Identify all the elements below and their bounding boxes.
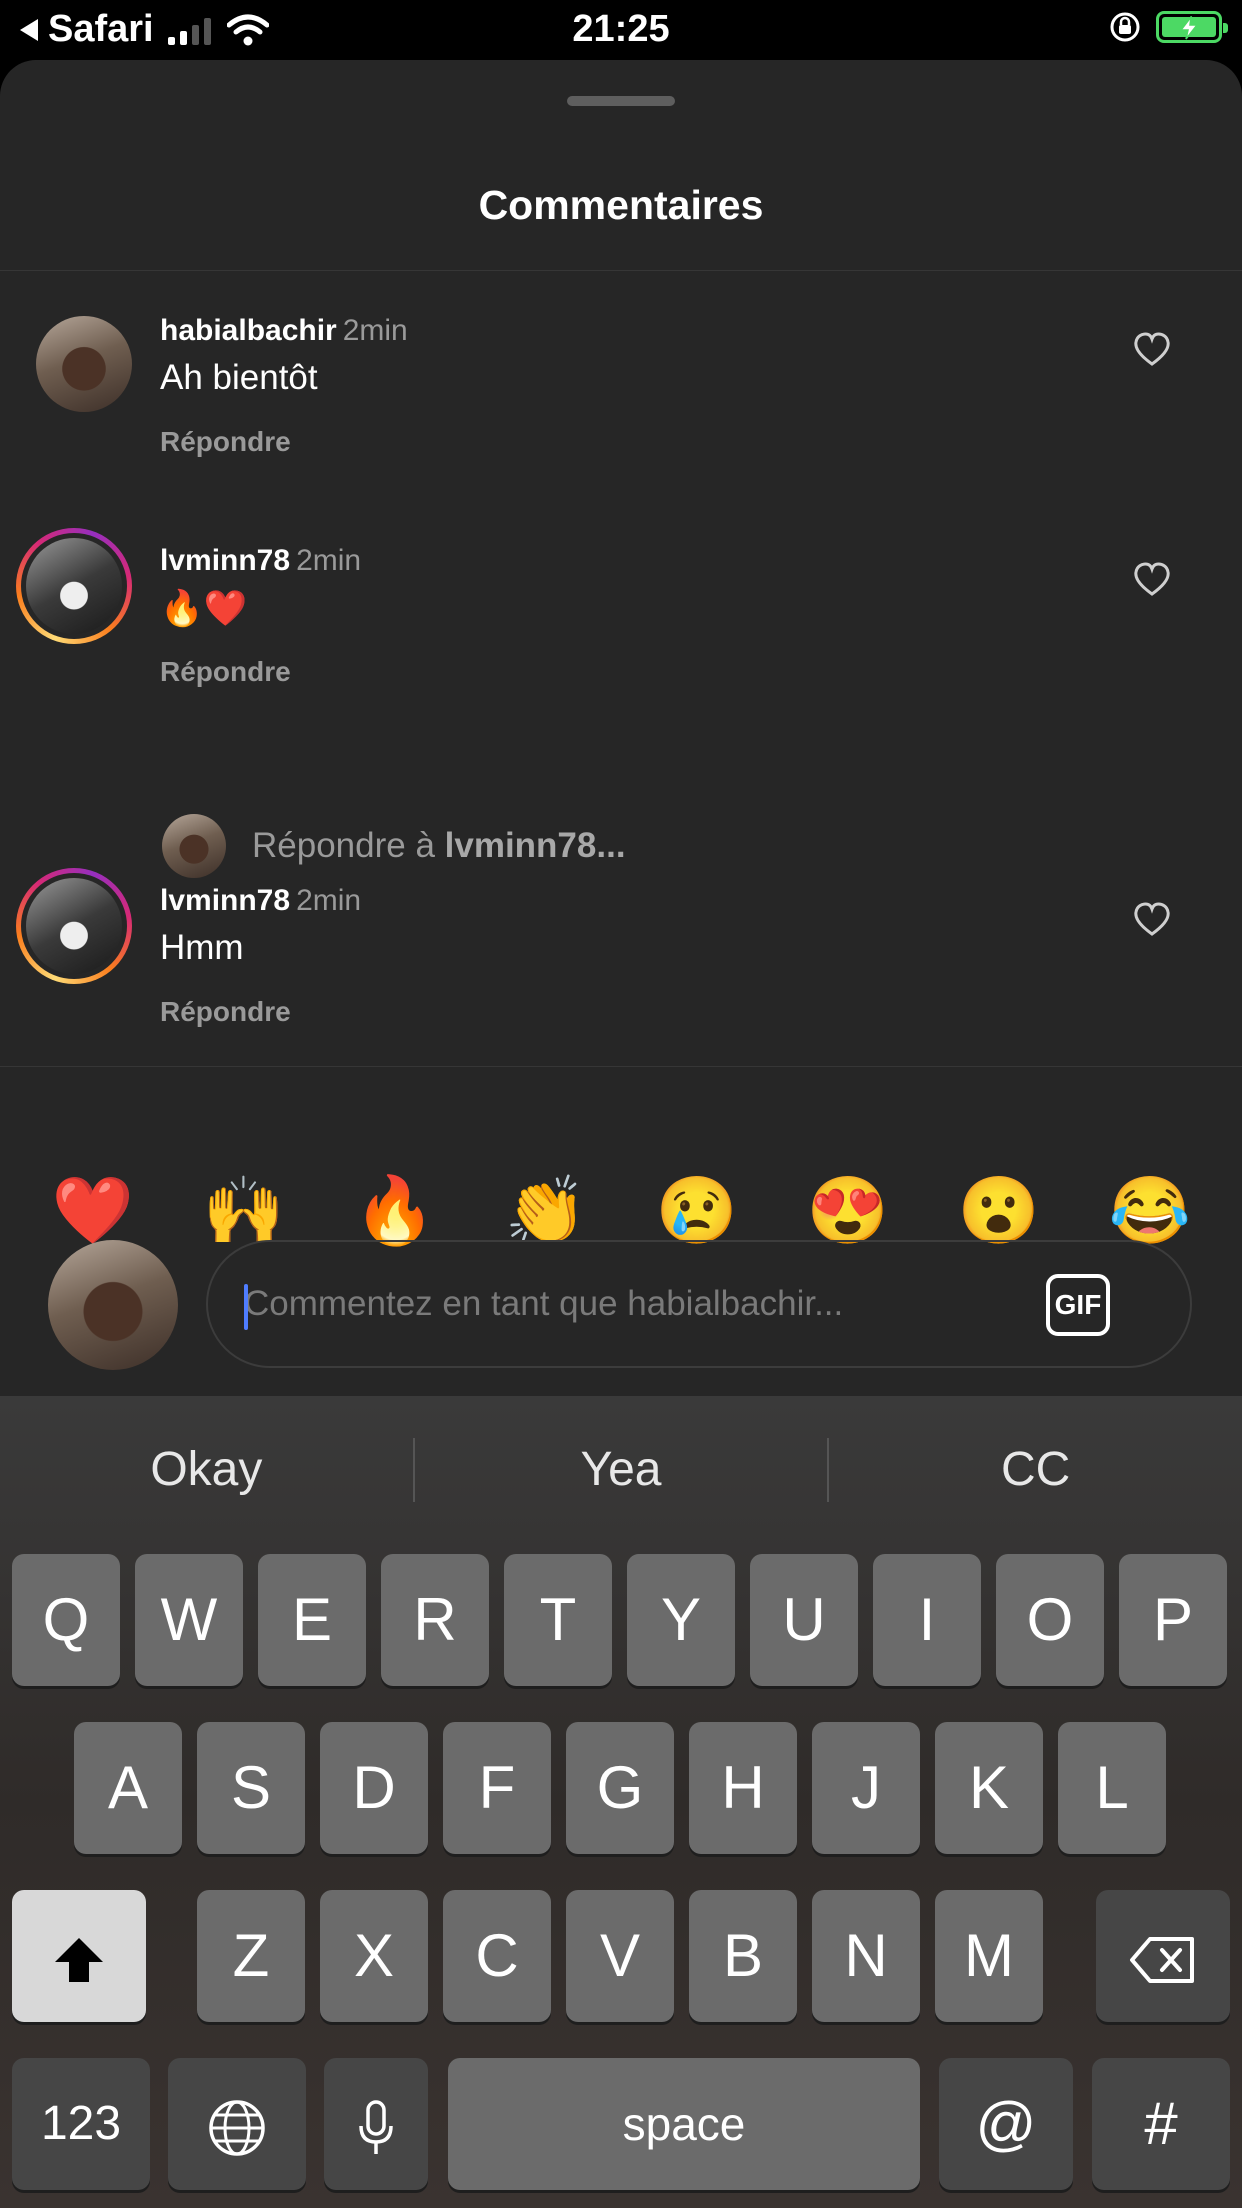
comment-time: 2min [296,544,362,577]
emoji-heart-eyes-button[interactable]: 😍 [798,1170,898,1250]
key-r[interactable]: R [381,1554,489,1686]
battery-charging-icon [1156,11,1228,43]
emoji-heart-button[interactable]: ❤️ [43,1170,143,1250]
emoji-fire-button[interactable]: 🔥 [345,1170,445,1250]
heart-outline-icon[interactable] [1132,330,1172,370]
key-d[interactable]: D [320,1722,428,1854]
emoji-laugh-button[interactable]: 😂 [1100,1170,1200,1250]
comment-input[interactable]: Commentez en tant que habialbachir... GI… [206,1240,1192,1368]
shift-arrow-icon [55,1938,103,1983]
avatar[interactable] [36,316,132,412]
comment-composer: Commentez en tant que habialbachir... GI… [0,1240,1242,1370]
at-key[interactable]: @ [939,2058,1073,2190]
hash-key[interactable]: # [1092,2058,1230,2190]
globe-icon [209,2100,265,2156]
key-s[interactable]: S [197,1722,305,1854]
comment-header: habialbachir 2min [160,314,408,348]
reply-hint-text: Répondre à lvminn78... [252,826,626,866]
key-e[interactable]: E [258,1554,366,1686]
key-q[interactable]: Q [12,1554,120,1686]
status-bar: Safari 21:25 [0,0,1242,62]
key-c[interactable]: C [443,1890,551,2022]
key-a[interactable]: A [74,1722,182,1854]
reply-hint-prefix: Répondre à [252,826,445,865]
orientation-lock-icon [1110,12,1140,42]
prediction-item[interactable]: CC [829,1424,1242,1516]
key-g[interactable]: G [566,1722,674,1854]
heart-outline-icon[interactable] [1132,900,1172,940]
reply-button[interactable]: Répondre [160,996,291,1028]
comment-header: lvminn78 2min [160,544,361,578]
prediction-item[interactable]: Yea [415,1424,828,1516]
status-time: 21:25 [572,8,670,50]
globe-key[interactable] [168,2058,306,2190]
emoji-raised-hands-button[interactable]: 🙌 [194,1170,294,1250]
reply-button[interactable]: Répondre [160,656,291,688]
key-t[interactable]: T [504,1554,612,1686]
key-o[interactable]: O [996,1554,1104,1686]
header-divider [0,270,1242,271]
key-u[interactable]: U [750,1554,858,1686]
shift-key[interactable] [12,1890,146,2022]
key-b[interactable]: B [689,1890,797,2022]
composer-divider [0,1066,1242,1067]
avatar [26,538,122,634]
comment-time: 2min [296,884,362,917]
emoji-surprised-button[interactable]: 😮 [949,1170,1049,1250]
reply-hint-user: lvminn78... [444,826,626,865]
key-i[interactable]: I [873,1554,981,1686]
key-x[interactable]: X [320,1890,428,2022]
numbers-key[interactable]: 123 [12,2058,150,2190]
prediction-item[interactable]: Okay [0,1424,413,1516]
comment-username[interactable]: lvminn78 [160,544,290,577]
emoji-quick-bar: ❤️ 🙌 🔥 👏 😢 😍 😮 😂 [0,1170,1242,1250]
key-l[interactable]: L [1058,1722,1166,1854]
story-ring[interactable] [16,868,132,984]
predictive-bar: Okay Yea CC [0,1424,1242,1516]
reply-input-hint[interactable]: Répondre à lvminn78... [162,812,626,880]
heart-outline-icon[interactable] [1132,560,1172,600]
key-f[interactable]: F [443,1722,551,1854]
emoji-cry-button[interactable]: 😢 [647,1170,747,1250]
comment-text: 🔥❤️ [160,589,248,628]
key-y[interactable]: Y [627,1554,735,1686]
comment-username[interactable]: lvminn78 [160,884,290,917]
key-z[interactable]: Z [197,1890,305,2022]
space-key[interactable]: space [448,2058,920,2190]
gif-button[interactable]: GIF [1046,1274,1110,1336]
keyboard: Okay Yea CC Q W E R T Y U I O P A S D F … [0,1396,1242,2208]
story-ring[interactable] [16,528,132,644]
sheet-title: Commentaires [478,182,764,228]
avatar [162,814,226,878]
comment-text: Hmm [160,928,244,967]
own-avatar [48,1240,178,1370]
comments-sheet: Commentaires habialbachir 2min Ah bientôt… [0,60,1242,1396]
avatar [26,878,122,974]
emoji-clap-button[interactable]: 👏 [496,1170,596,1250]
key-j[interactable]: J [812,1722,920,1854]
key-h[interactable]: H [689,1722,797,1854]
sheet-grabber[interactable] [567,96,675,106]
dictation-key[interactable] [324,2058,428,2190]
comment-text: Ah bientôt [160,358,318,397]
comment-header: lvminn78 2min [160,884,361,918]
microphone-icon [359,2100,393,2155]
comment-username[interactable]: habialbachir [160,314,337,347]
key-k[interactable]: K [935,1722,1043,1854]
text-caret [244,1284,248,1330]
delete-key[interactable] [1096,1890,1230,2022]
reply-button[interactable]: Répondre [160,426,291,458]
key-v[interactable]: V [566,1890,674,2022]
key-n[interactable]: N [812,1890,920,2022]
backspace-icon [1130,1937,1194,1984]
comment-time: 2min [342,314,408,347]
key-w[interactable]: W [135,1554,243,1686]
key-m[interactable]: M [935,1890,1043,2022]
key-p[interactable]: P [1119,1554,1227,1686]
comment-placeholder: Commentez en tant que habialbachir... [244,1284,844,1323]
